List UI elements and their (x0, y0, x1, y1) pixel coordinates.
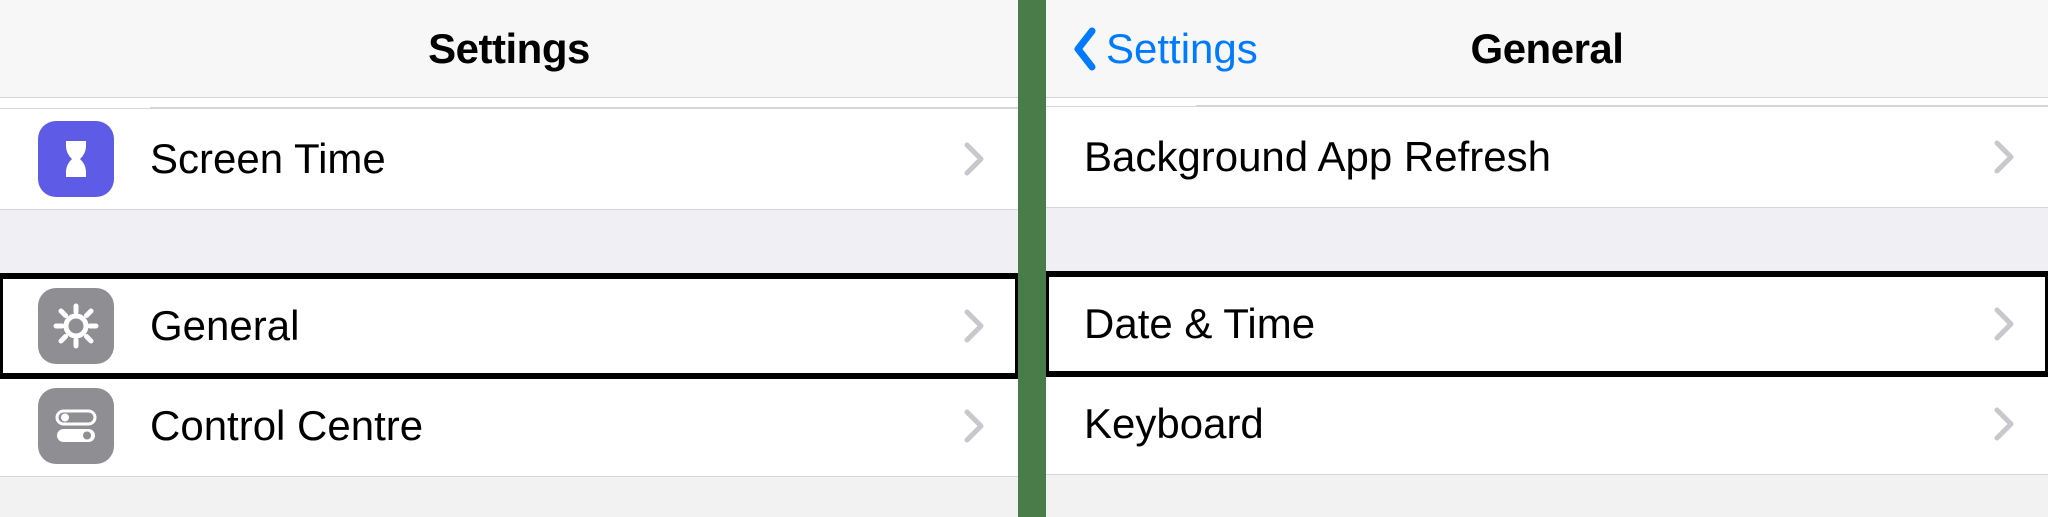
group-general: General Control Centre (0, 275, 1018, 477)
group-screen-time: Screen Time (0, 108, 1018, 210)
chevron-right-icon (1990, 403, 2018, 445)
panel-divider (1018, 0, 1046, 517)
group-spacer-right (1046, 208, 2048, 273)
general-panel: Settings General Background App Refresh … (1046, 0, 2048, 517)
row-label-keyboard: Keyboard (1084, 400, 1990, 448)
settings-content: Screen Time (0, 98, 1018, 477)
row-general[interactable]: General (0, 276, 1018, 376)
navbar-title-settings: Settings (428, 25, 590, 73)
gear-icon (38, 288, 114, 364)
row-date-time[interactable]: Date & Time (1046, 274, 2048, 374)
row-label-background-app-refresh: Background App Refresh (1084, 133, 1990, 181)
row-label-date-time: Date & Time (1084, 300, 1990, 348)
toggles-icon (38, 388, 114, 464)
chevron-right-icon (1990, 136, 2018, 178)
group-spacer (0, 210, 1018, 275)
partial-row-top-right (1046, 98, 2048, 106)
screen-time-icon (38, 121, 114, 197)
chevron-right-icon (960, 405, 988, 447)
back-button[interactable]: Settings (1066, 0, 1258, 97)
group-date-time: Date & Time Keyboard (1046, 273, 2048, 475)
chevron-right-icon (960, 305, 988, 347)
row-background-app-refresh[interactable]: Background App Refresh (1046, 107, 2048, 207)
row-keyboard[interactable]: Keyboard (1046, 374, 2048, 474)
chevron-right-icon (960, 138, 988, 180)
partial-row-top (0, 98, 1018, 108)
navbar-title-general: General (1471, 25, 1624, 73)
general-content: Background App Refresh Date & Time Keybo… (1046, 98, 2048, 475)
back-button-label: Settings (1106, 25, 1258, 73)
navbar-settings: Settings (0, 0, 1018, 98)
row-screen-time[interactable]: Screen Time (0, 109, 1018, 209)
settings-panel: Settings Screen Time (0, 0, 1018, 517)
navbar-general: Settings General (1046, 0, 2048, 98)
row-control-centre[interactable]: Control Centre (0, 376, 1018, 476)
group-background-refresh: Background App Refresh (1046, 106, 2048, 208)
chevron-right-icon (1990, 303, 2018, 345)
chevron-left-icon (1066, 22, 1102, 76)
row-label-screen-time: Screen Time (150, 135, 960, 183)
row-label-control-centre: Control Centre (150, 402, 960, 450)
row-label-general: General (150, 302, 960, 350)
